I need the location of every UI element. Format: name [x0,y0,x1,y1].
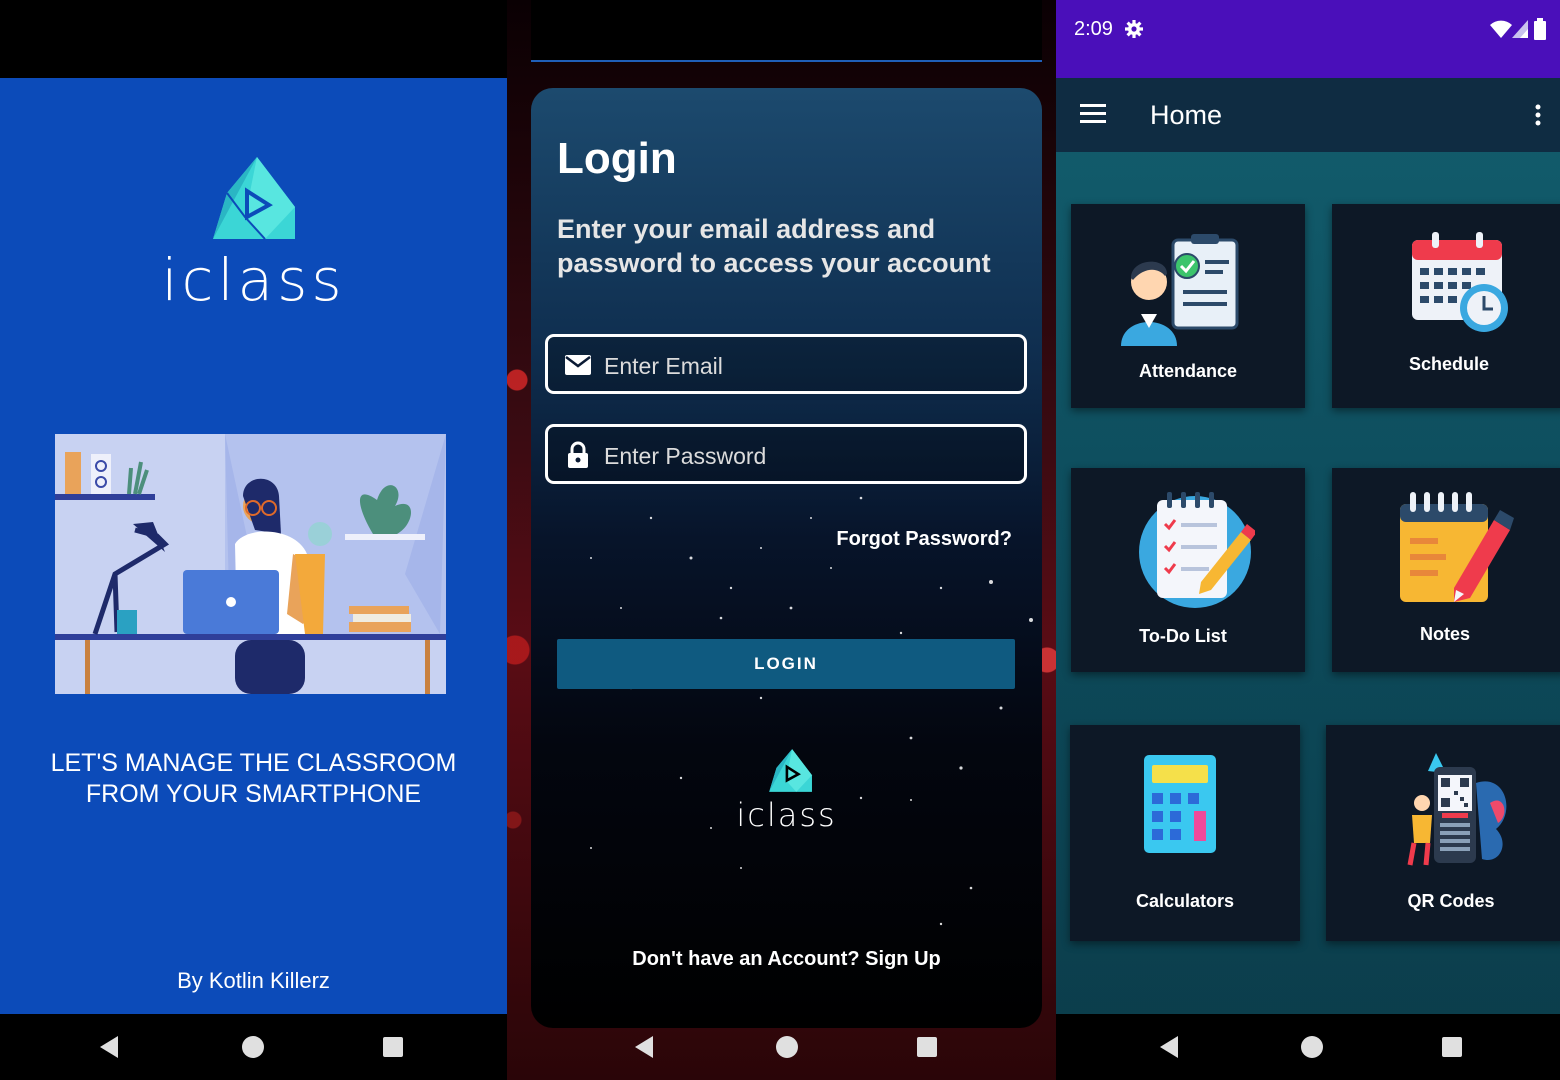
home-screen: 2:09 Home Attendance Schedule To-Do List… [1056,0,1560,1080]
home-circle-icon[interactable] [242,1036,264,1058]
notepad-icon [1400,492,1514,602]
battery-icon [1534,18,1546,40]
iclass-logo-icon [769,749,812,792]
home-circle-icon[interactable] [776,1036,798,1058]
gear-icon [1125,20,1143,38]
calendar-clock-icon [1412,232,1508,332]
attendance-icon [1121,234,1239,346]
back-triangle-icon[interactable] [100,1036,118,1058]
splash-tagline-line2: FROM YOUR SMARTPHONE [85,780,422,808]
tile-label: To-Do List [1139,626,1227,646]
tile-label: Schedule [1408,354,1490,374]
tile-attendance[interactable]: Attendance [1071,204,1305,408]
calculator-icon [1144,755,1216,853]
lock-icon [568,441,588,468]
splash-tagline-line1: LET'S MANAGE THE CLASSROOM [50,749,457,777]
student-laptop-illustration [55,434,446,694]
splash-brand-wordmark: iclass [161,246,346,314]
tile-label: QR Codes [1407,891,1495,911]
login-title: Login [557,134,677,183]
iclass-logo-icon [213,157,295,240]
system-nav-bar [1056,1014,1560,1080]
back-triangle-icon[interactable] [1160,1036,1178,1058]
recents-square-icon[interactable] [1442,1037,1462,1057]
login-subtitle: Enter your email address and password to… [557,214,991,278]
email-field[interactable]: Enter Email [545,334,1027,394]
tile-label: Notes [1419,624,1470,644]
home-circle-icon[interactable] [1301,1036,1323,1058]
splash-screen: iclass LET'S MANAGE THE CLASSROOM FROM Y… [0,0,507,1080]
splash-tagline: LET'S MANAGE THE CLASSROOM FROM YOUR SMA… [0,748,507,810]
tile-notes[interactable]: Notes [1332,468,1560,672]
back-triangle-icon[interactable] [635,1036,653,1058]
checklist-icon [1139,492,1255,608]
app-bar: Home [1056,78,1560,152]
tile-label: Attendance [1138,361,1237,381]
tile-qr-codes[interactable]: QR Codes [1326,725,1560,941]
hamburger-icon[interactable] [1080,104,1106,124]
recents-square-icon[interactable] [917,1037,937,1057]
email-placeholder: Enter Email [604,353,723,379]
login-brand-wordmark: iclass [736,796,837,834]
splash-byline: By Kotlin Killerz [177,968,330,993]
wifi-icon [1490,20,1512,38]
tile-todo-list[interactable]: To-Do List [1071,468,1305,672]
tile-schedule[interactable]: Schedule [1332,204,1560,408]
login-screen: Login Enter your email address and passw… [507,0,1056,1080]
login-card: Login Enter your email address and passw… [531,88,1042,1028]
forgot-password-link[interactable]: Forgot Password? [836,528,1012,551]
signup-link[interactable]: Don't have an Account? Sign Up [531,948,1042,971]
qr-code-icon [1407,753,1507,866]
tile-label: Calculators [1135,891,1235,911]
system-nav-bar [507,1014,1056,1080]
page-title: Home [1150,100,1223,130]
login-button[interactable]: LOGIN [557,639,1015,689]
system-nav-bar [0,1014,507,1080]
tile-calculators[interactable]: Calculators [1070,725,1300,941]
status-bar: 2:09 [1056,0,1560,78]
password-placeholder: Enter Password [604,443,767,469]
status-time: 2:09 [1074,18,1113,40]
password-field[interactable]: Enter Password [545,424,1027,484]
more-vert-icon[interactable] [1534,104,1542,126]
login-top-bar [531,0,1042,62]
recents-square-icon[interactable] [383,1037,403,1057]
mail-icon [565,355,591,375]
signal-icon [1512,20,1528,38]
